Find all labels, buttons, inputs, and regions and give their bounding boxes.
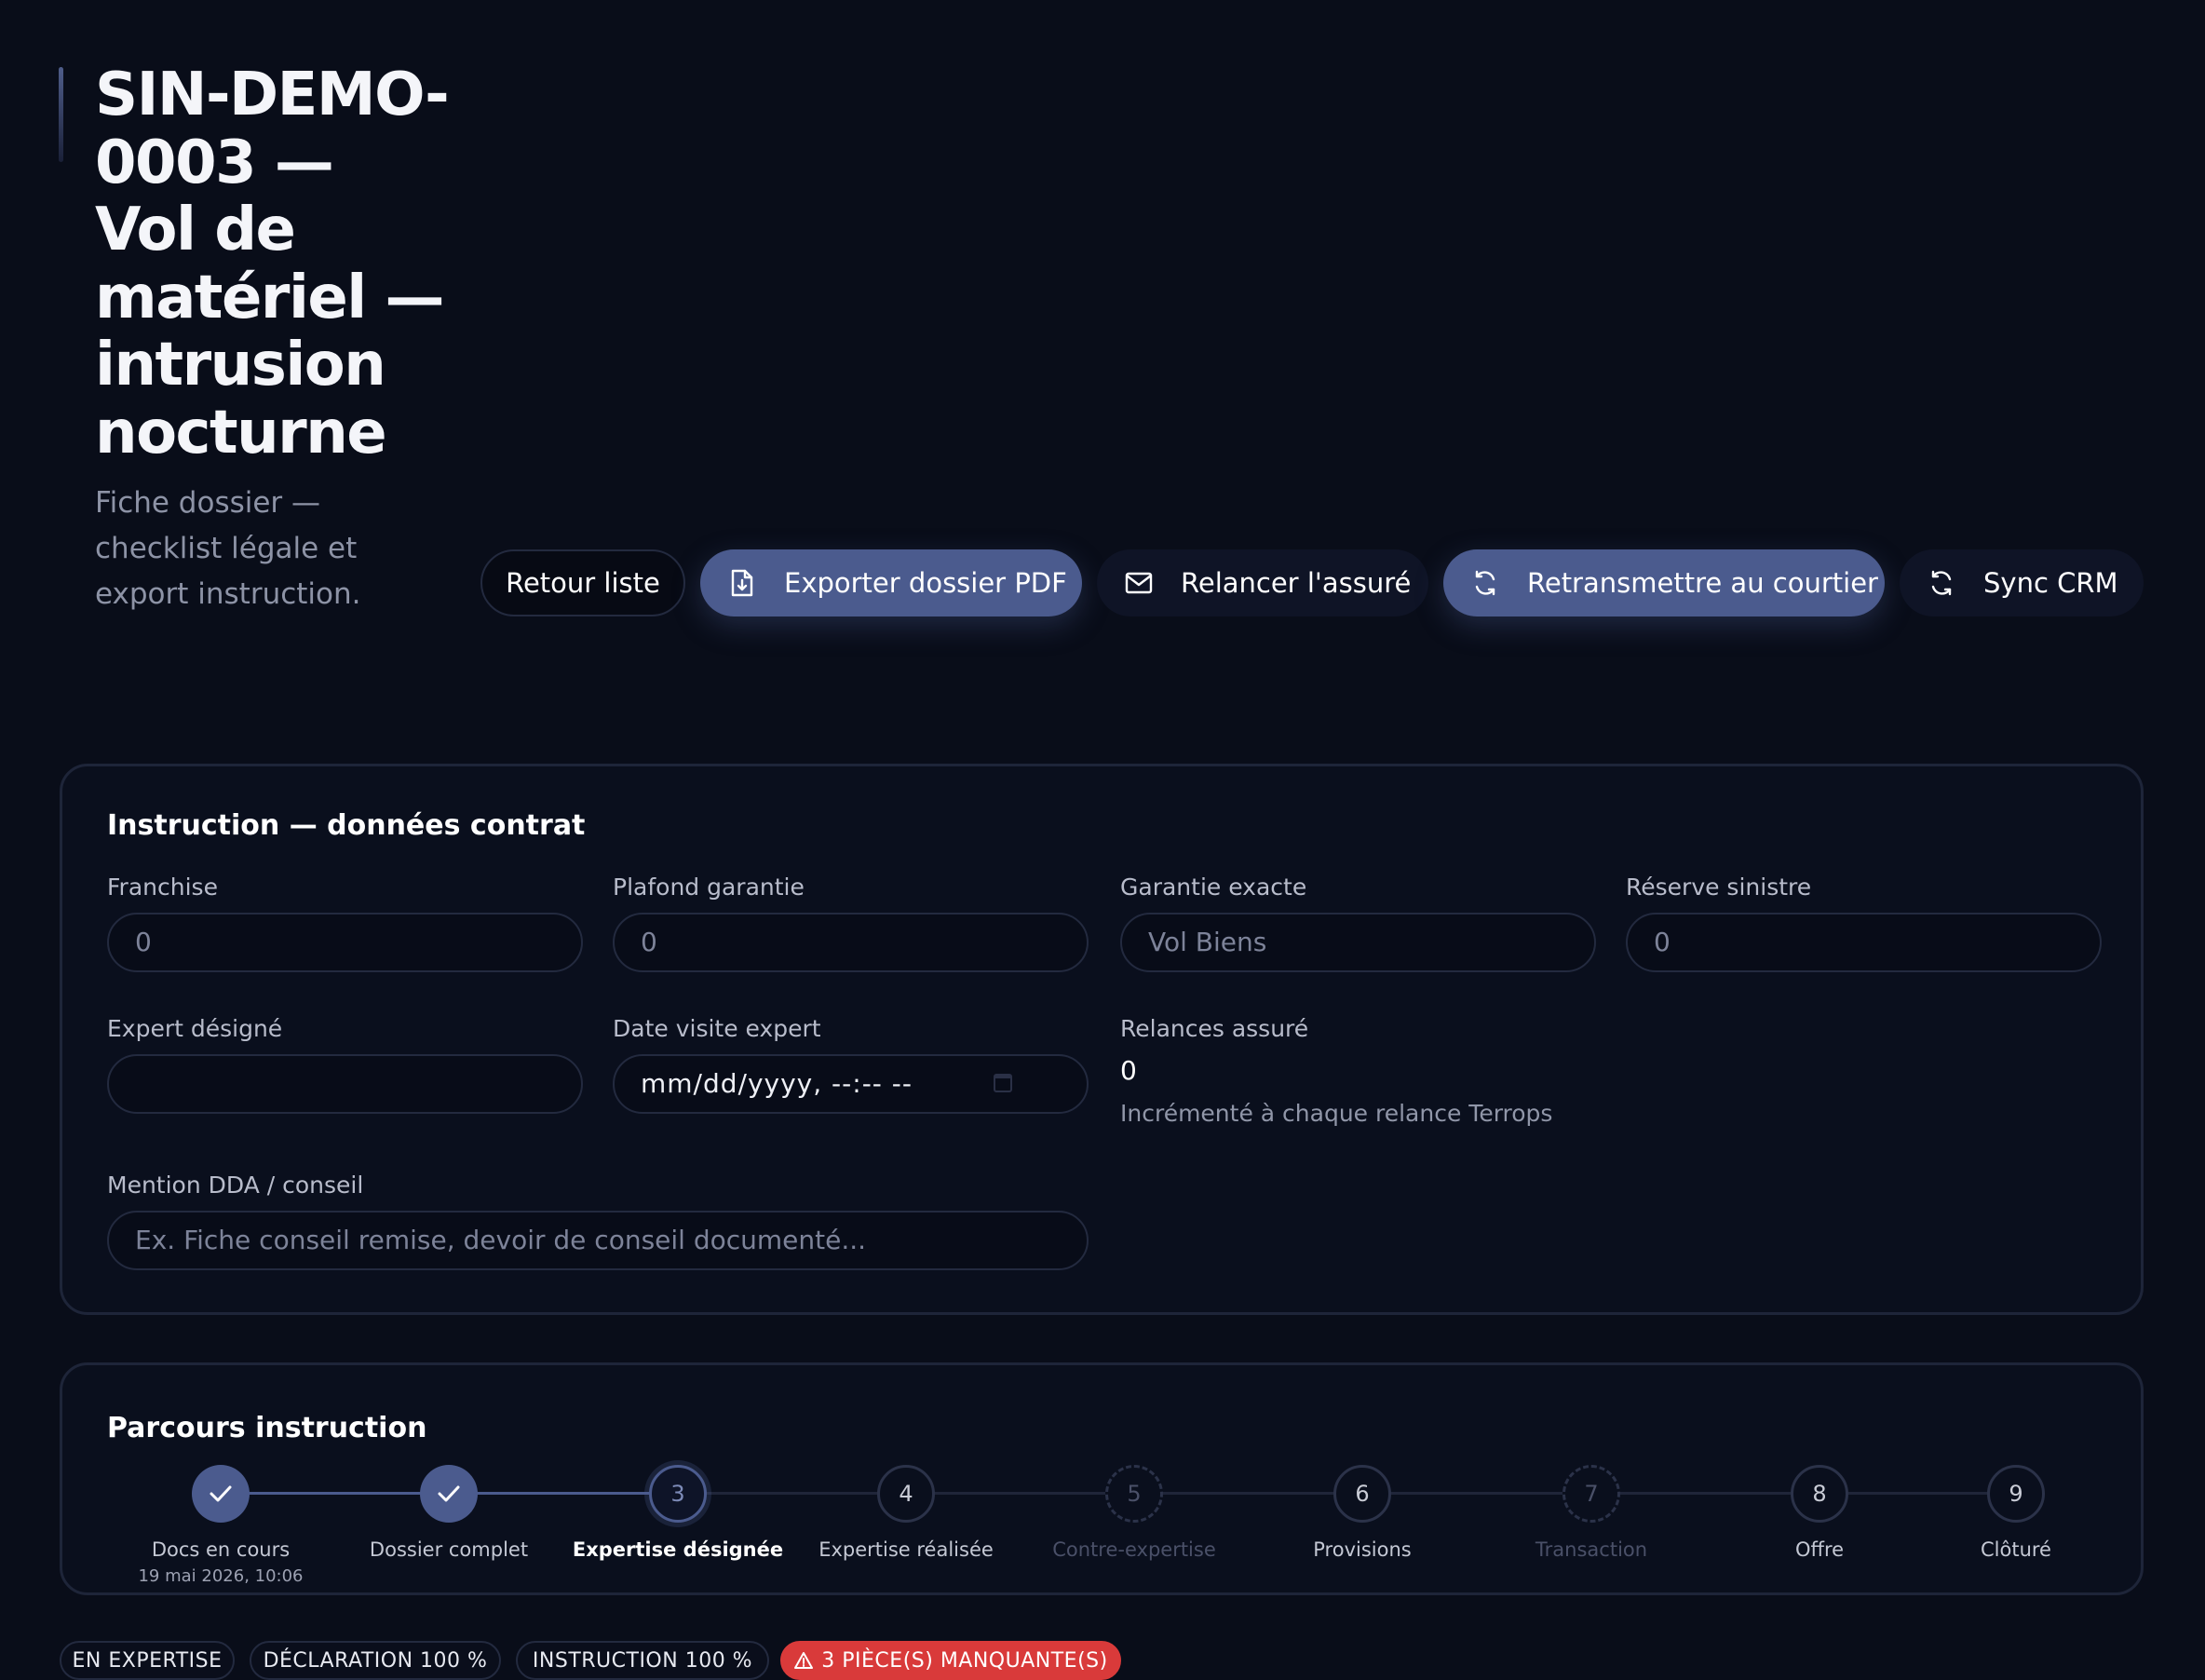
mail-icon [1125,569,1153,597]
step-number: 4 [899,1481,913,1507]
garantie-input[interactable]: Vol Biens [1120,913,1596,972]
reserve-input[interactable]: 0 [1626,913,2102,972]
plafond-label: Plafond garantie [613,874,805,901]
relances-hint: Incrémenté à chaque relance Terrops [1120,1100,1553,1127]
sync-crm-label: Sync CRM [1983,567,2118,599]
mention-input[interactable]: Ex. Fiche conseil remise, devoir de cons… [107,1211,1089,1270]
calendar-icon[interactable] [994,1074,1012,1092]
mention-label: Mention DDA / conseil [107,1172,364,1199]
export-pdf-label: Exporter dossier PDF [784,567,1067,599]
warning-icon [794,1652,814,1669]
step-label: Dossier complet [369,1538,529,1561]
step-label: Contre-expertise [1052,1538,1216,1561]
step-circle[interactable]: 8 [1791,1465,1848,1523]
export-pdf-button[interactable]: Exporter dossier PDF [700,549,1082,616]
reserve-label: Réserve sinistre [1626,874,1812,901]
instruction-card-title: Instruction — données contrat [107,809,586,842]
step-connector [1134,1492,1362,1495]
remind-insured-label: Relancer l'assuré [1181,567,1412,599]
step-number: 9 [2009,1481,2023,1507]
step-number: 7 [1584,1481,1599,1507]
step-circle[interactable]: 9 [1987,1465,2045,1523]
step-connector [449,1492,678,1495]
step-circle[interactable]: 3 [649,1465,707,1523]
plafond-input[interactable]: 0 [613,913,1089,972]
title-accent-bar [59,67,63,162]
retransmit-broker-label: Retransmettre au courtier [1527,567,1878,599]
step-circle[interactable]: 7 [1562,1465,1620,1523]
franchise-input[interactable]: 0 [107,913,583,972]
relances-label: Relances assuré [1120,1015,1309,1042]
step-number: 6 [1355,1481,1370,1507]
missing-pieces-label: 3 PIÈCE(S) MANQUANTE(S) [821,1648,1108,1673]
missing-pieces-badge: 3 PIÈCE(S) MANQUANTE(S) [780,1641,1121,1680]
step-label: Provisions [1313,1538,1412,1561]
back-to-list-button[interactable]: Retour liste [480,549,685,616]
step-label: Expertise réalisée [818,1538,994,1561]
step-label: Clôturé [1981,1538,2051,1561]
remind-insured-button[interactable]: Relancer l'assuré [1097,549,1428,616]
expert-label: Expert désigné [107,1015,283,1042]
step-circle[interactable] [192,1465,250,1523]
page-subtitle: Fiche dossier — checklist légale et expo… [95,486,361,611]
step-circle[interactable]: 5 [1105,1465,1163,1523]
step-circle[interactable] [420,1465,478,1523]
step-label: Transaction [1535,1538,1648,1561]
garantie-label: Garantie exacte [1120,874,1307,901]
step-circle[interactable]: 6 [1333,1465,1391,1523]
refresh-icon [1471,569,1499,597]
status-badge: EN EXPERTISE [60,1641,235,1680]
refresh-icon [1928,569,1955,597]
back-to-list-label: Retour liste [506,567,660,599]
retransmit-broker-button[interactable]: Retransmettre au courtier [1443,549,1885,616]
relances-value: 0 [1120,1055,1137,1086]
step-connector [221,1492,449,1495]
check-icon [438,1485,460,1502]
visit-date-label: Date visite expert [613,1015,821,1042]
declaration-badge: DÉCLARATION 100 % [250,1641,501,1680]
step-label: Expertise désignée [572,1538,784,1561]
franchise-label: Franchise [107,874,218,901]
instruction-stepper: Docs en cours 19 mai 2026, 10:06 Dossier c… [62,1365,2141,1592]
step-connector [1591,1492,1819,1495]
step-number: 3 [670,1481,685,1507]
parcours-card: Parcours instruction Docs en cours 19 mai… [60,1362,2144,1595]
check-icon [210,1485,232,1502]
step-number: 5 [1127,1481,1142,1507]
page-title: SIN-DEMO-0003 — Vol de matériel — intrus… [95,61,450,467]
step-connector [906,1492,1134,1495]
expert-input[interactable] [107,1054,583,1114]
step-connector [1362,1492,1591,1495]
step-circle[interactable]: 4 [877,1465,935,1523]
instruction-card: Instruction — données contrat Franchise … [60,764,2144,1315]
step-date: 19 mai 2026, 10:06 [138,1566,304,1586]
sync-crm-button[interactable]: Sync CRM [1900,549,2144,616]
visit-date-value: mm/dd/yyyy, --:-- -- [641,1068,913,1099]
visit-date-input[interactable]: mm/dd/yyyy, --:-- -- [613,1054,1089,1114]
step-label: Docs en cours [151,1538,291,1561]
step-number: 8 [1812,1481,1827,1507]
step-connector [678,1492,906,1495]
file-download-icon [728,569,756,597]
instruction-badge: INSTRUCTION 100 % [516,1641,769,1680]
